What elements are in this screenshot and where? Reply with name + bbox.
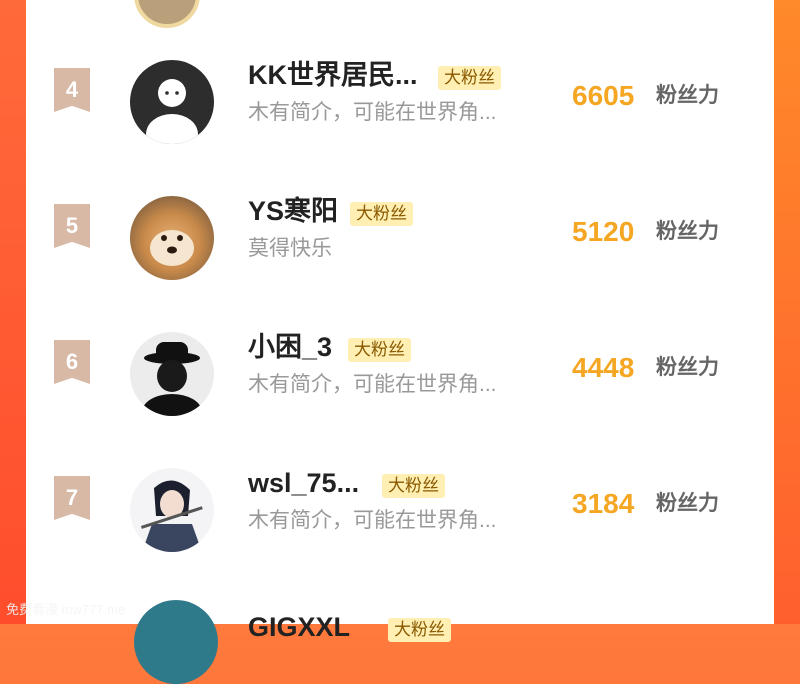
- ranking-row[interactable]: 4 KK世界居民... 大粉丝 木有简介，可能在世界角... 6605 粉丝力: [26, 40, 774, 150]
- avatar[interactable]: [130, 332, 214, 416]
- fan-level-badge: 大粉丝: [348, 338, 411, 362]
- fan-level-badge-next-partial: 大粉丝: [388, 618, 451, 642]
- user-bio: 莫得快乐: [248, 237, 332, 260]
- fan-power-label: 粉丝力: [656, 492, 719, 515]
- user-name[interactable]: wsl_75...: [248, 466, 359, 500]
- user-bio: 木有简介，可能在世界角...: [248, 373, 497, 396]
- user-name[interactable]: KK世界居民...: [248, 58, 418, 92]
- rank-badge: 7: [54, 476, 90, 520]
- user-bio: 木有简介，可能在世界角...: [248, 101, 497, 124]
- user-name[interactable]: YS寒阳: [248, 194, 338, 228]
- fan-power-count: 4448: [572, 352, 635, 383]
- user-bio: 木有简介，可能在世界角...: [248, 509, 497, 532]
- fan-power-count: 3184: [572, 488, 635, 519]
- fan-level-badge: 大粉丝: [438, 66, 501, 90]
- fan-power-label: 粉丝力: [656, 220, 719, 243]
- fan-power-count: 5120: [572, 216, 635, 247]
- user-name[interactable]: 小困_3: [248, 330, 332, 364]
- fan-level-badge: 大粉丝: [382, 474, 445, 498]
- fan-power-count: 6605: [572, 80, 635, 111]
- left-gradient-border: [0, 0, 26, 624]
- avatar-rank-3-partial: [134, 0, 200, 28]
- fan-power-label: 粉丝力: [656, 356, 719, 379]
- avatar[interactable]: [130, 60, 214, 144]
- user-name-next-partial: GIGXXL: [248, 612, 351, 642]
- ranking-row[interactable]: 5 YS寒阳 大粉丝 莫得快乐 5120 粉丝力: [26, 176, 774, 286]
- watermark: 免费看漫 mw777.me: [6, 602, 126, 617]
- fan-level-badge: 大粉丝: [350, 202, 413, 226]
- rank-badge: 5: [54, 204, 90, 248]
- avatar-next-partial: [134, 600, 218, 684]
- fan-ranking-panel: 4 KK世界居民... 大粉丝 木有简介，可能在世界角... 6605 粉丝力 …: [26, 0, 774, 684]
- ranking-row[interactable]: 7 wsl_75... 大粉丝 木有简介，可能在世界角... 3184 粉丝力: [26, 448, 774, 558]
- rank-badge: 4: [54, 68, 90, 112]
- avatar[interactable]: [130, 196, 214, 280]
- right-gradient-border: [774, 0, 800, 624]
- avatar[interactable]: [130, 468, 214, 552]
- fan-power-label: 粉丝力: [656, 84, 719, 107]
- rank-badge: 6: [54, 340, 90, 384]
- ranking-row[interactable]: 6 小困_3 大粉丝 木有简介，可能在世界角... 4448 粉丝力: [26, 312, 774, 422]
